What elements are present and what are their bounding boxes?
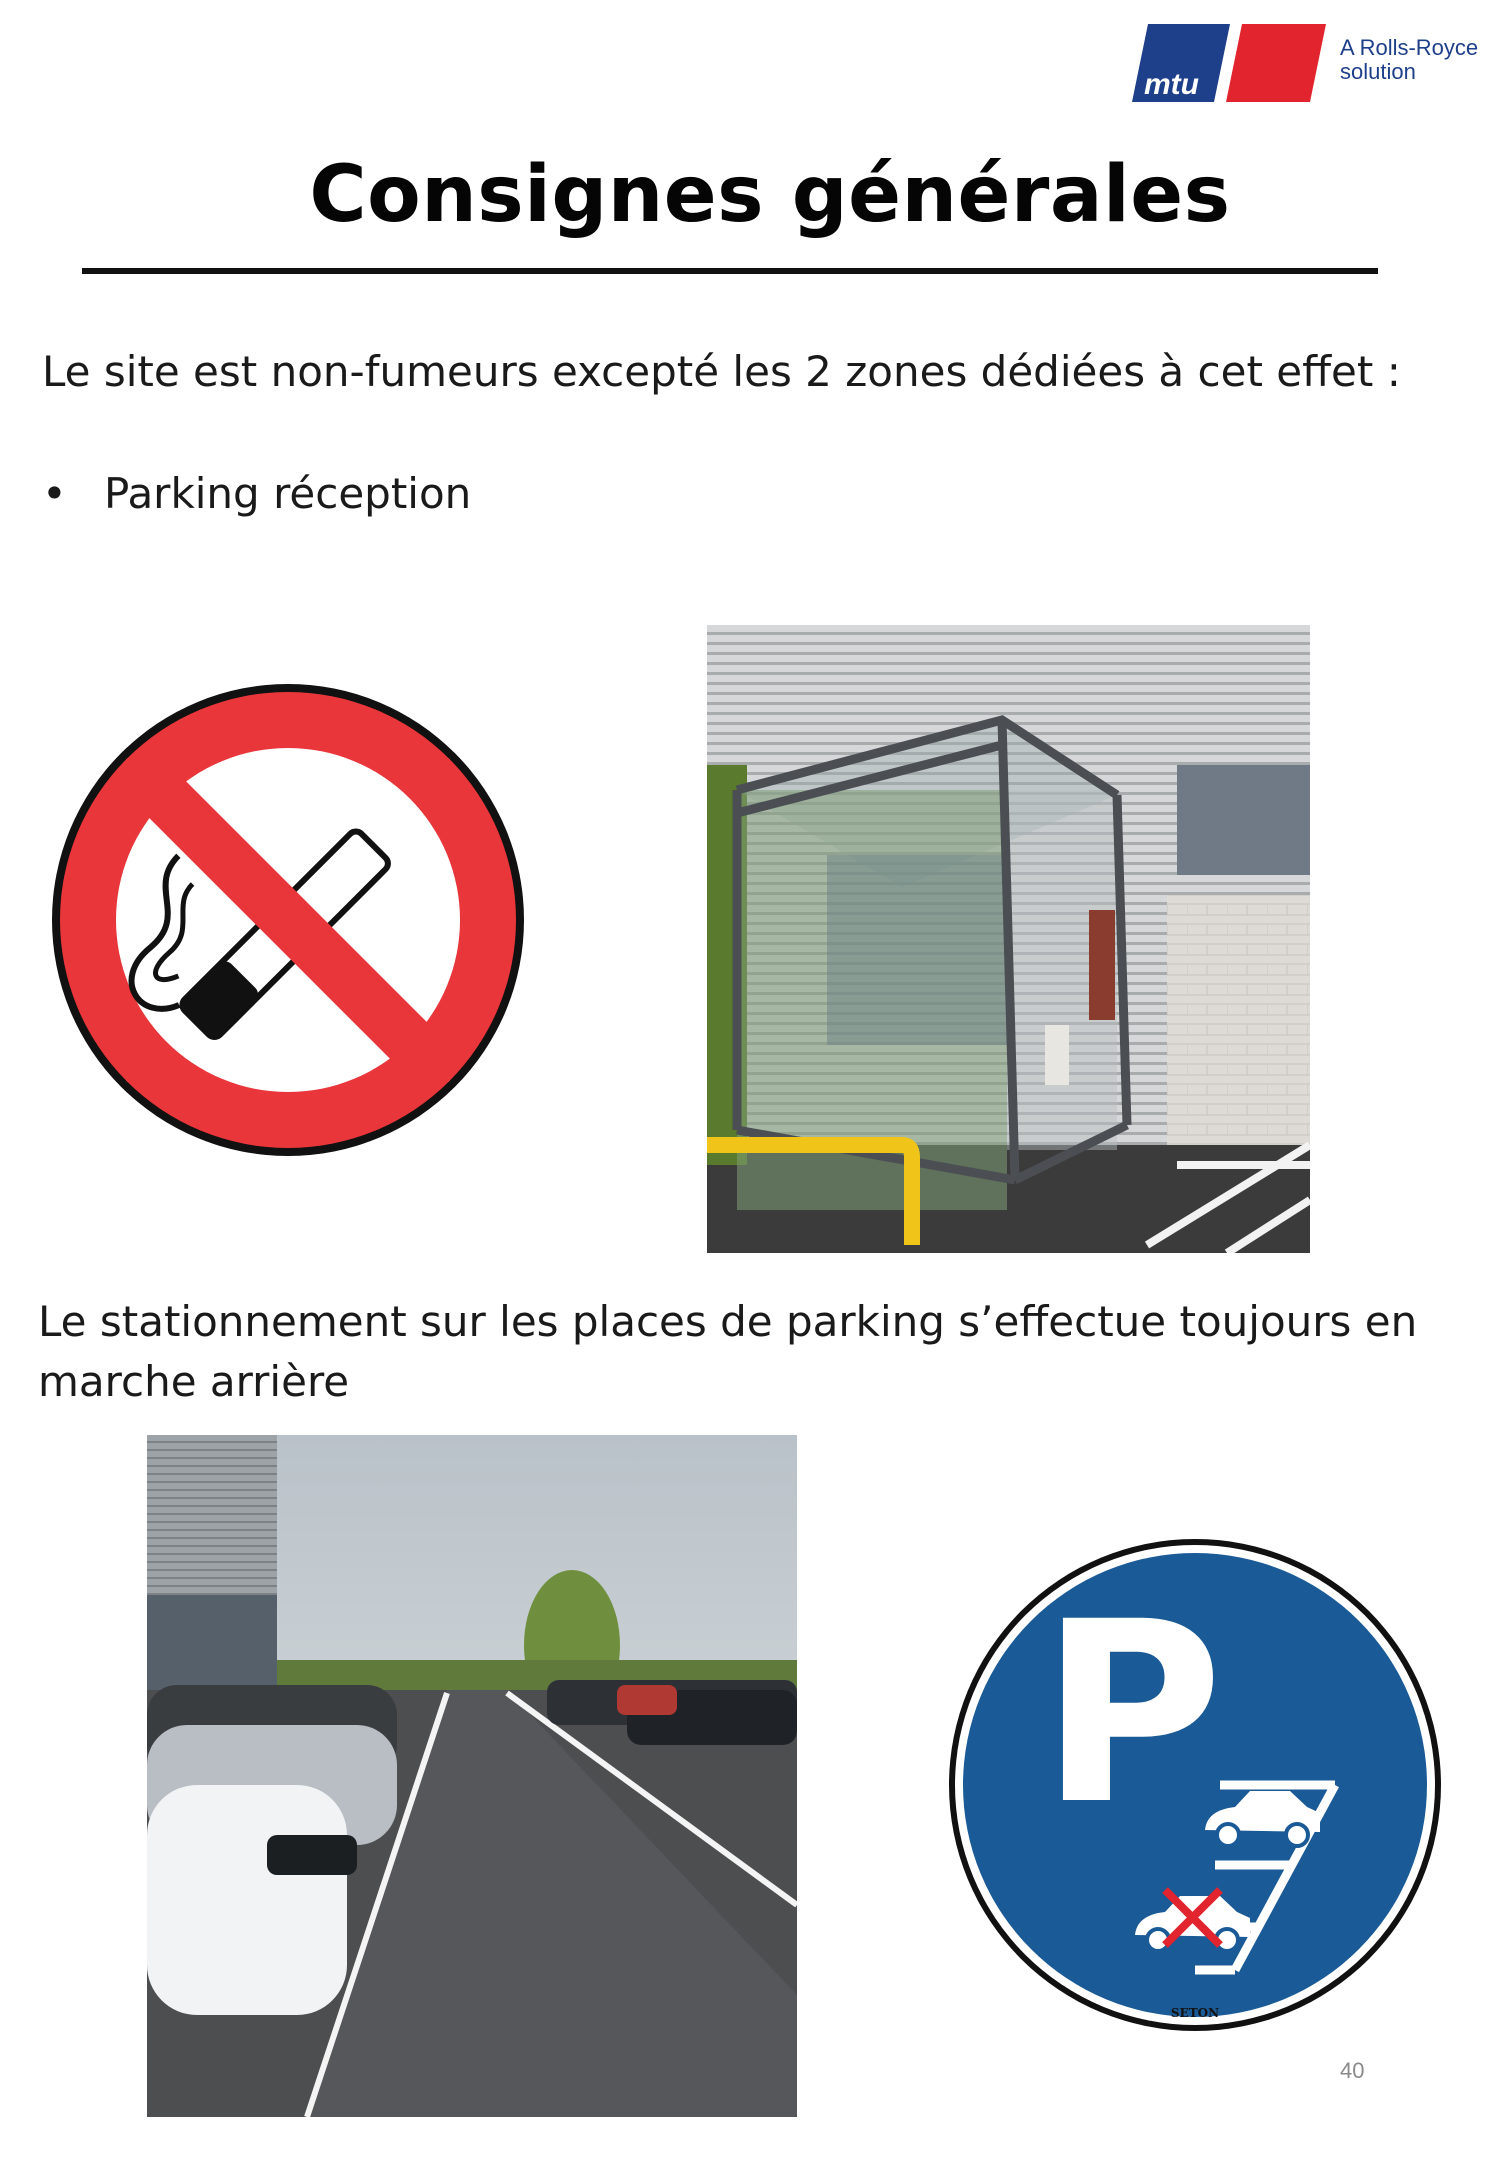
parking-rule-text: Le stationnement sur les places de parki… xyxy=(38,1297,1418,1406)
logo-tagline-line1: A Rolls-Royce xyxy=(1340,35,1479,60)
list-item: • Parking réception xyxy=(42,464,471,524)
bullet-text: Parking réception xyxy=(104,469,472,518)
sign-maker-label: SETON xyxy=(1171,2006,1219,2020)
mtu-logo: mtu A Rolls-Royce solution xyxy=(1130,22,1480,104)
logo-brand-text: mtu xyxy=(1144,68,1199,101)
logo-tagline-line2: solution xyxy=(1340,59,1416,84)
smoking-rule-text: Le site est non-fumeurs excepté les 2 zo… xyxy=(42,347,1401,396)
page-number: 40 xyxy=(1340,2058,1365,2083)
no-smoking-sign-icon xyxy=(48,680,528,1160)
reverse-parking-sign-icon: P SETON xyxy=(945,1535,1445,2035)
bullet-symbol: • xyxy=(42,469,67,518)
logo-tagline: A Rolls-Royce solution xyxy=(1340,36,1478,84)
mtu-logo-mark: mtu xyxy=(1132,24,1326,102)
page-title: Consignes générales xyxy=(309,150,1231,240)
title-underline xyxy=(82,268,1378,274)
parking-letter: P xyxy=(1040,1568,1223,1859)
smoking-shelter-photo xyxy=(707,625,1310,1253)
parking-lot-photo xyxy=(147,1435,797,2117)
